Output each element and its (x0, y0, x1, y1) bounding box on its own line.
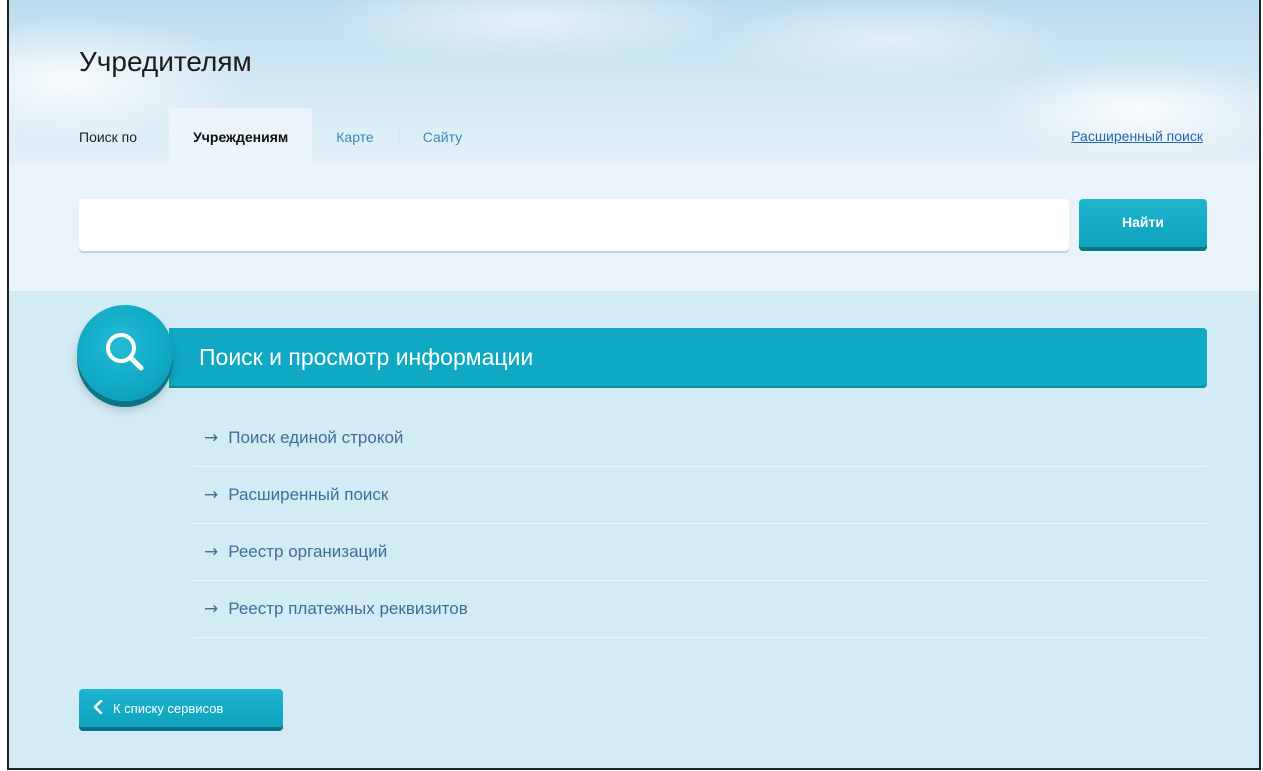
link-label: Реестр организаций (228, 542, 388, 561)
page-title: Учредителям (79, 46, 252, 77)
arrow-right-icon: → (204, 542, 219, 562)
back-to-services-button[interactable]: К списку сервисов (79, 689, 283, 727)
list-item-payment-details-registry[interactable]: → Реестр платежных реквизитов (194, 581, 1207, 638)
section-title: Поиск и просмотр информации (199, 344, 534, 370)
search-icon-badge (77, 305, 173, 401)
link-label: Расширенный поиск (228, 485, 389, 504)
search-band: Найти (9, 163, 1259, 291)
advanced-search-link[interactable]: Расширенный поиск (1071, 128, 1203, 144)
section-link-list: → Поиск единой строкой → Расширенный пои… (194, 410, 1207, 638)
list-item-organizations-registry[interactable]: → Реестр организаций (194, 524, 1207, 581)
list-item-single-line-search[interactable]: → Поиск единой строкой (194, 410, 1207, 467)
tabs-prefix-label: Поиск по (79, 129, 138, 145)
search-icon (106, 333, 144, 371)
link-label: Реестр платежных реквизитов (228, 599, 468, 618)
tab-site[interactable]: Сайту (399, 108, 486, 163)
search-tabs: Поиск по Учреждениям Карте Сайту (79, 108, 486, 163)
arrow-right-icon: → (204, 485, 219, 505)
arrow-right-icon: → (204, 599, 219, 619)
back-button-label: К списку сервисов (113, 700, 224, 716)
tab-map[interactable]: Карте (312, 108, 397, 163)
page-frame: Учредителям Поиск по Учреждениям Карте С… (7, 0, 1261, 770)
search-input[interactable] (79, 199, 1069, 251)
search-button[interactable]: Найти (1079, 199, 1207, 247)
list-item-advanced-search[interactable]: → Расширенный поиск (194, 467, 1207, 524)
section-banner: Поиск и просмотр информации (169, 328, 1207, 386)
header: Учредителям Поиск по Учреждениям Карте С… (9, 0, 1259, 163)
tab-institutions[interactable]: Учреждениям (169, 108, 313, 163)
arrow-right-icon: → (204, 428, 219, 448)
link-label: Поиск единой строкой (228, 428, 404, 447)
chevron-left-icon (93, 699, 103, 717)
